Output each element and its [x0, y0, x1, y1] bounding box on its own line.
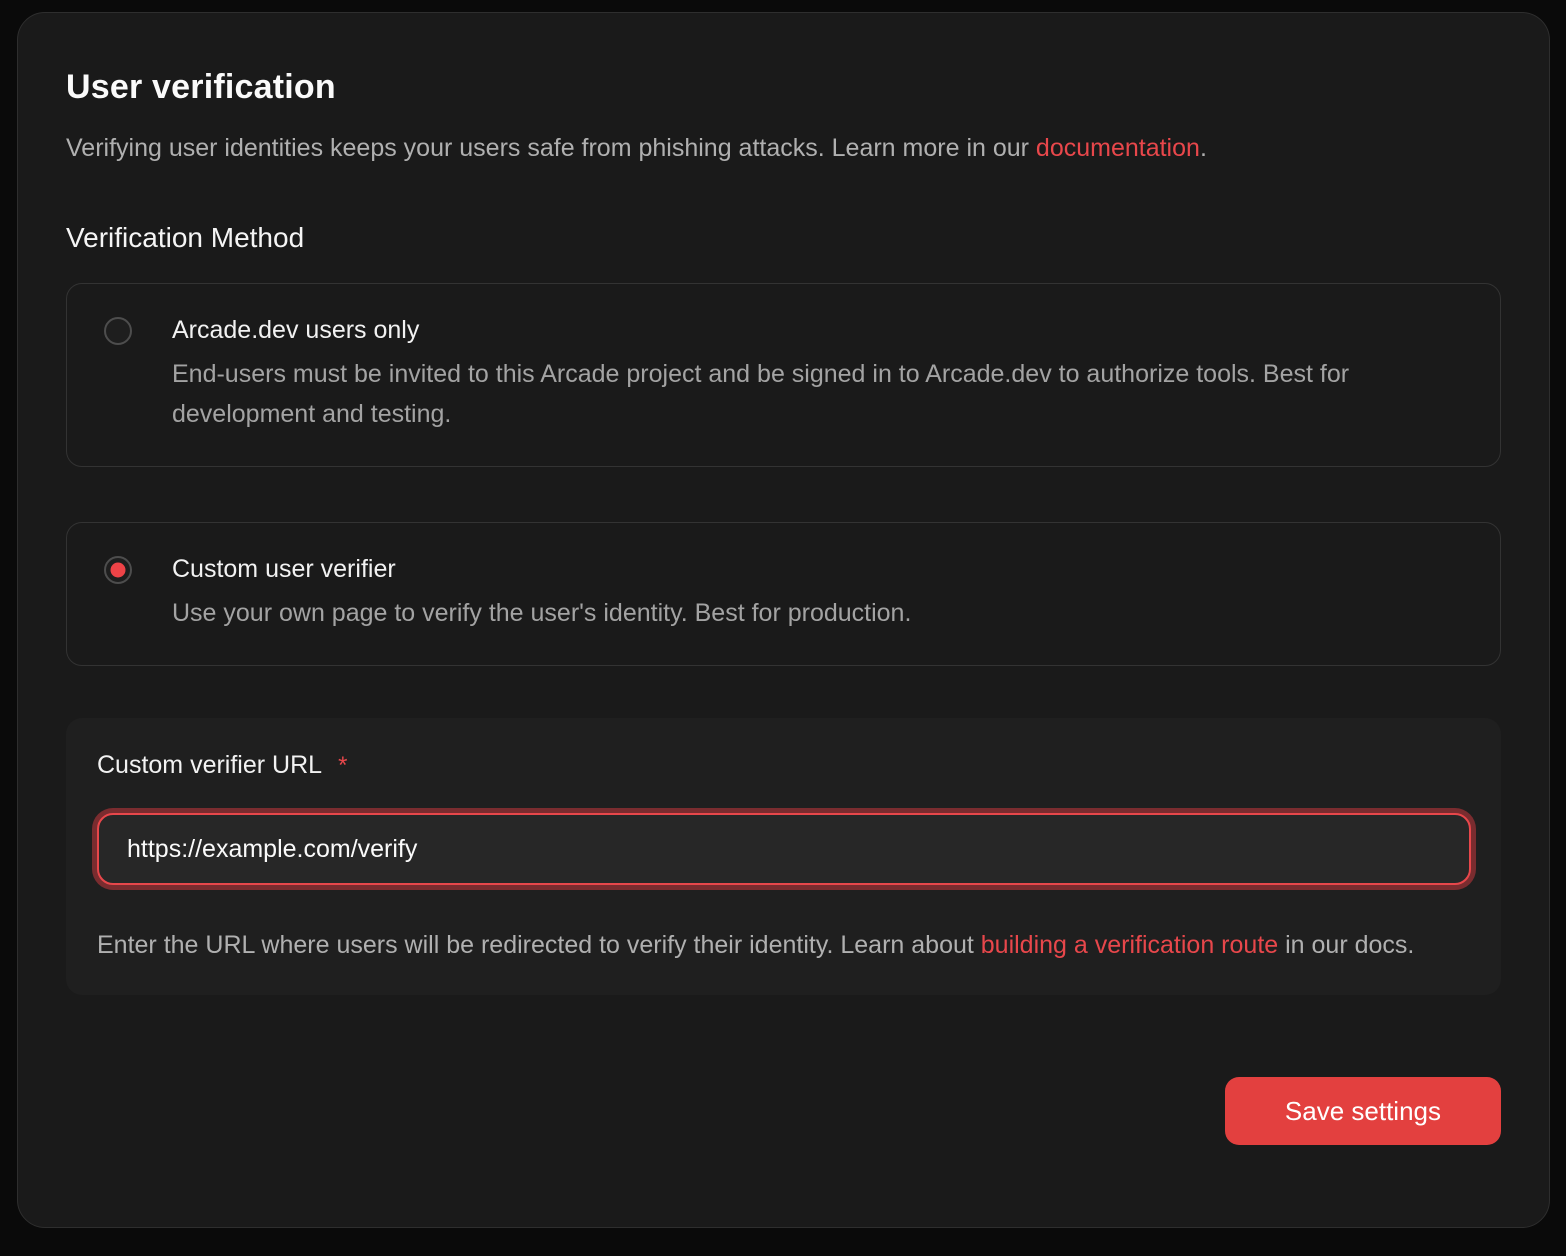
help-text-after: in our docs. [1278, 931, 1414, 959]
help-text-before: Enter the URL where users will be redire… [97, 931, 981, 959]
custom-verifier-url-input[interactable] [97, 813, 1471, 885]
required-asterisk: * [338, 751, 347, 781]
option-description: End-users must be invited to this Arcade… [172, 354, 1462, 434]
verification-method-heading: Verification Method [66, 221, 1501, 255]
option-label: Arcade.dev users only [172, 314, 1462, 346]
custom-verifier-url-label: Custom verifier URL * [97, 750, 1471, 781]
intro-text-after: . [1200, 134, 1207, 162]
save-settings-button[interactable]: Save settings [1225, 1077, 1501, 1145]
option-custom-user-verifier[interactable]: Custom user verifier Use your own page t… [66, 522, 1501, 666]
custom-verifier-url-section: Custom verifier URL * Enter the URL wher… [66, 718, 1501, 995]
documentation-link[interactable]: documentation [1036, 134, 1200, 162]
field-label-text: Custom verifier URL [97, 750, 322, 780]
intro-text-before: Verifying user identities keeps your use… [66, 134, 1036, 162]
option-content: Custom user verifier Use your own page t… [172, 553, 911, 633]
option-description: Use your own page to verify the user's i… [172, 593, 911, 633]
radio-unselected-icon[interactable] [104, 317, 132, 345]
radio-selected-icon[interactable] [104, 556, 132, 584]
footer-actions: Save settings [66, 1077, 1501, 1145]
user-verification-panel: User verification Verifying user identit… [17, 12, 1550, 1228]
verification-route-docs-link[interactable]: building a verification route [981, 931, 1278, 959]
intro-text: Verifying user identities keeps your use… [66, 131, 1501, 165]
option-content: Arcade.dev users only End-users must be … [172, 314, 1462, 434]
url-help-text: Enter the URL where users will be redire… [97, 925, 1471, 965]
option-label: Custom user verifier [172, 553, 911, 585]
option-arcade-users-only[interactable]: Arcade.dev users only End-users must be … [66, 283, 1501, 467]
page-title: User verification [66, 67, 1501, 107]
